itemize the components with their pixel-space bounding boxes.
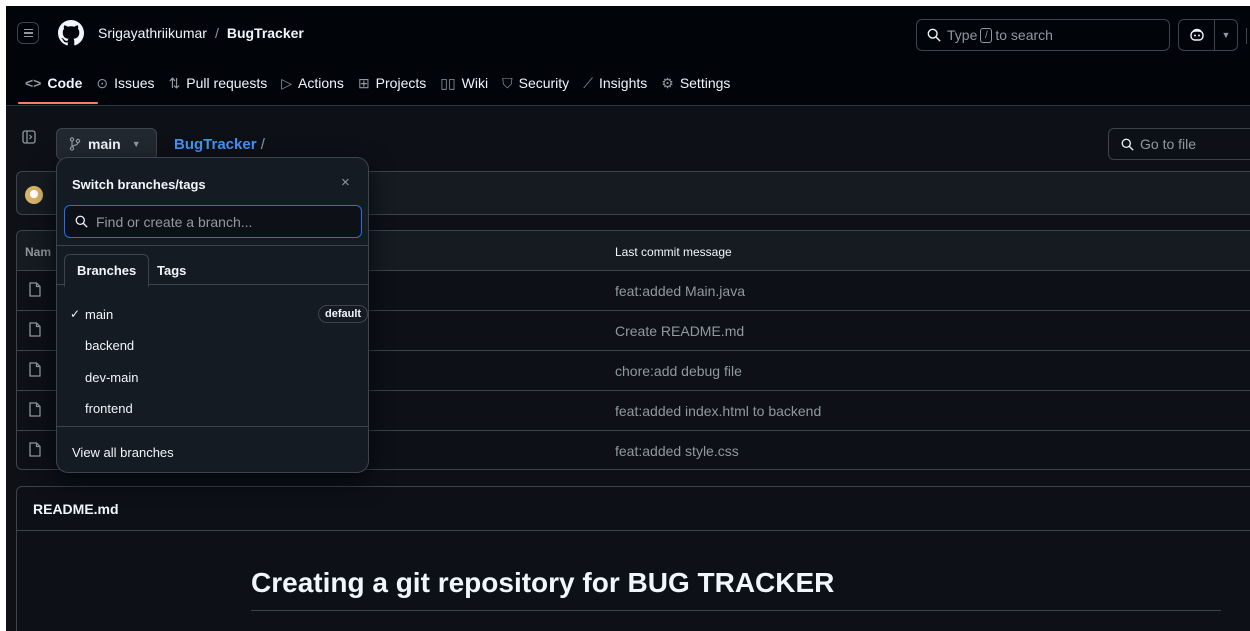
gear-icon: ⚙ bbox=[661, 74, 674, 91]
menu-icon[interactable] bbox=[17, 22, 39, 44]
readme-panel: README.md Creating a git repository for … bbox=[16, 486, 1250, 631]
tab-insights[interactable]: ⟋ Insights bbox=[576, 72, 654, 94]
readme-heading: Creating a git repository for BUG TRACKE… bbox=[251, 567, 835, 598]
default-badge: default bbox=[318, 305, 368, 323]
path-repo-link[interactable]: BugTracker bbox=[174, 136, 257, 153]
branch-name: frontend bbox=[85, 400, 133, 416]
book-icon: ▯▯ bbox=[440, 74, 456, 91]
copilot-icon bbox=[1179, 20, 1215, 50]
commit-message-link[interactable]: Create README.md bbox=[615, 323, 744, 339]
search-icon bbox=[1121, 138, 1134, 151]
go-to-file-label: Go to file bbox=[1140, 136, 1197, 152]
file-icon bbox=[29, 402, 41, 417]
readme-heading-rule bbox=[251, 610, 1221, 611]
tab-security[interactable]: ⛉ Security bbox=[495, 72, 576, 94]
file-icon bbox=[29, 282, 41, 297]
play-icon: ▷ bbox=[281, 74, 293, 91]
tab-pull-requests[interactable]: ⇅ Pull requests bbox=[162, 72, 275, 94]
go-to-file-button[interactable]: Go to file bbox=[1108, 128, 1250, 160]
search-prefix: Type bbox=[947, 27, 978, 43]
tab-actions[interactable]: ▷ Actions bbox=[274, 72, 351, 94]
tab-issues[interactable]: ⊙ Issues bbox=[89, 72, 161, 94]
shield-icon: ⛉ bbox=[502, 74, 513, 91]
table-icon: ⊞ bbox=[357, 74, 370, 91]
commit-message-link[interactable]: feat:added style.css bbox=[615, 443, 739, 459]
file-icon bbox=[29, 362, 41, 377]
file-icon bbox=[29, 322, 41, 337]
branch-name: dev-main bbox=[85, 369, 139, 385]
branch-filter-input[interactable] bbox=[96, 213, 346, 230]
expand-file-tree-icon[interactable] bbox=[22, 130, 42, 152]
branch-item-backend[interactable]: backend bbox=[57, 330, 368, 360]
commit-message-link[interactable]: chore:add debug file bbox=[615, 363, 742, 379]
readme-filename[interactable]: README.md bbox=[17, 487, 1250, 531]
owner-link[interactable]: Srigayathriikumar bbox=[98, 25, 207, 41]
dropdown-divider bbox=[57, 426, 368, 427]
tab-settings[interactable]: ⚙ Settings bbox=[654, 72, 737, 94]
tab-code[interactable]: <> Code bbox=[18, 72, 89, 94]
branch-filter-field[interactable] bbox=[64, 205, 362, 238]
tab-projects[interactable]: ⊞ Projects bbox=[351, 72, 433, 94]
search-icon bbox=[927, 28, 941, 42]
issue-icon: ⊙ bbox=[96, 74, 109, 91]
chevron-down-icon[interactable]: ▼ bbox=[1215, 30, 1237, 40]
pull-request-icon: ⇅ bbox=[168, 74, 181, 91]
branch-name: main bbox=[85, 306, 114, 322]
file-icon bbox=[29, 442, 41, 457]
column-header-name: Nam bbox=[25, 245, 52, 259]
global-search-button[interactable]: Type / to search bbox=[916, 19, 1170, 51]
github-logo-icon[interactable] bbox=[58, 20, 84, 46]
tab-tags[interactable]: Tags bbox=[145, 254, 198, 286]
search-shortcut-key: / bbox=[980, 27, 993, 43]
close-icon[interactable]: × bbox=[341, 174, 350, 191]
repo-breadcrumb: Srigayathriikumar / BugTracker bbox=[98, 25, 304, 41]
current-branch-label: main bbox=[88, 136, 121, 152]
path-separator: / bbox=[260, 136, 265, 153]
branch-item-dev-main[interactable]: dev-main bbox=[57, 362, 368, 392]
search-icon bbox=[75, 215, 88, 228]
branch-dropdown: Switch branches/tags × Branches Tags ✓ m… bbox=[56, 157, 369, 473]
dropdown-tabs: Branches Tags bbox=[57, 245, 368, 287]
branch-selector-button[interactable]: main ▼ bbox=[56, 128, 157, 160]
branch-name: backend bbox=[85, 337, 135, 353]
repo-link[interactable]: BugTracker bbox=[227, 25, 304, 41]
commit-message-link[interactable]: feat:added index.html to backend bbox=[615, 403, 821, 419]
branch-item-main[interactable]: ✓ main default bbox=[57, 299, 368, 329]
tab-wiki[interactable]: ▯▯ Wiki bbox=[433, 72, 495, 94]
header-divider bbox=[1246, 28, 1247, 44]
avatar[interactable] bbox=[25, 186, 43, 204]
dropdown-title: Switch branches/tags bbox=[72, 177, 206, 192]
repo-nav-tabs: <> Code ⊙ Issues ⇅ Pull requests ▷ Actions ⊞… bbox=[18, 72, 737, 94]
caret-down-icon: ▼ bbox=[131, 139, 141, 149]
view-all-branches-link[interactable]: View all branches bbox=[72, 445, 174, 460]
branch-item-frontend[interactable]: frontend bbox=[57, 393, 368, 423]
code-icon: <> bbox=[25, 75, 42, 91]
breadcrumb-separator: / bbox=[214, 25, 219, 41]
tab-branches[interactable]: Branches bbox=[64, 254, 150, 287]
commit-message-link[interactable]: feat:added Main.java bbox=[615, 283, 745, 299]
column-header-message: Last commit message bbox=[615, 245, 732, 259]
graph-icon: ⟋ bbox=[583, 74, 593, 91]
global-header: Srigayathriikumar / BugTracker Type / to s… bbox=[6, 6, 1250, 106]
branch-icon bbox=[69, 137, 81, 151]
copilot-button[interactable]: ▼ bbox=[1178, 19, 1238, 51]
app-window: Srigayathriikumar / BugTracker Type / to s… bbox=[6, 6, 1250, 631]
search-suffix: to search bbox=[995, 27, 1053, 43]
active-tab-indicator bbox=[18, 102, 98, 104]
path-breadcrumb: BugTracker / bbox=[174, 136, 265, 153]
check-icon: ✓ bbox=[70, 307, 81, 321]
